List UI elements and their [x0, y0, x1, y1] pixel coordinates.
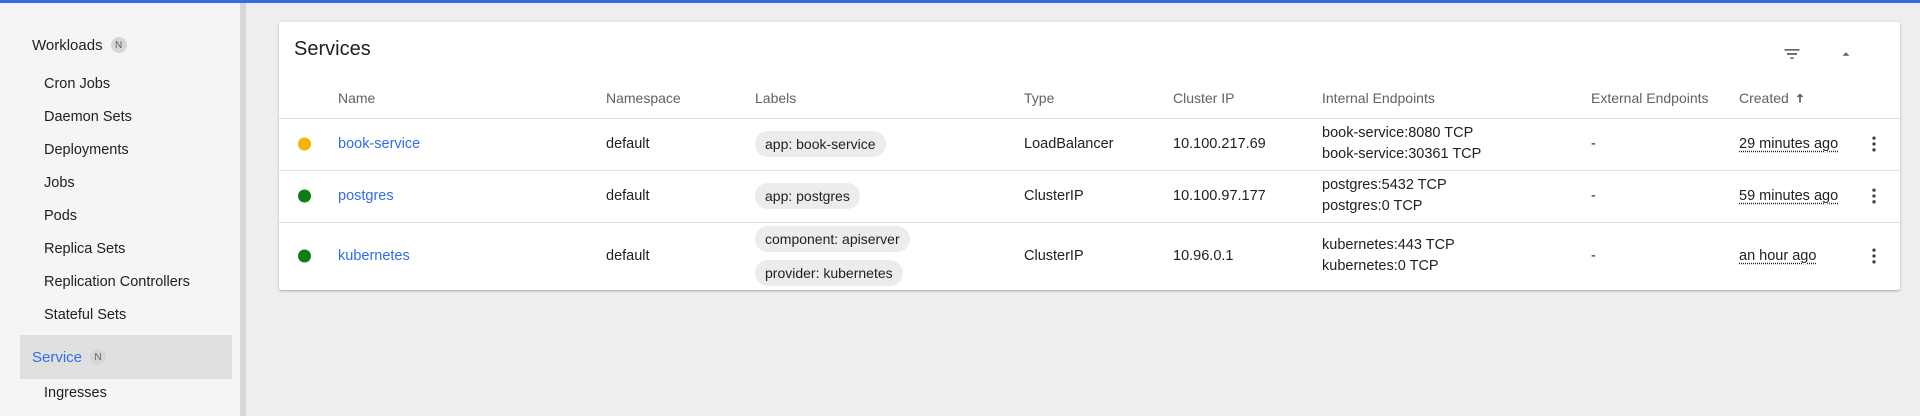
cluster-ip-value: 10.100.217.69: [1173, 136, 1266, 152]
type-value: ClusterIP: [1024, 248, 1084, 264]
column-header-name[interactable]: Name: [338, 90, 375, 106]
sidebar-item-daemon-sets[interactable]: Daemon Sets: [44, 109, 132, 125]
filter-button[interactable]: [1776, 38, 1808, 70]
column-header-labels: Labels: [755, 90, 797, 106]
namespace-value: default: [606, 248, 650, 264]
labels-cell: component: apiserver provider: kubernete…: [755, 226, 910, 286]
sidebar-item-replication-controllers[interactable]: Replication Controllers: [44, 274, 190, 290]
column-header-external-endpoints: External Endpoints: [1591, 90, 1709, 106]
label-chip: app: postgres: [755, 183, 860, 209]
created-timestamp: 29 minutes ago: [1739, 136, 1839, 152]
top-accent-line: [0, 0, 1920, 3]
created-timestamp: an hour ago: [1739, 248, 1817, 264]
sidebar-item-cron-jobs[interactable]: Cron Jobs: [44, 76, 110, 92]
internal-endpoint: kubernetes:0 TCP: [1322, 258, 1439, 274]
cluster-ip-value: 10.100.97.177: [1173, 188, 1266, 204]
service-name-link[interactable]: kubernetes: [338, 248, 410, 264]
namespace-value: default: [606, 188, 650, 204]
external-endpoints-value: -: [1591, 136, 1596, 152]
table-row: postgres default app: postgres ClusterIP…: [279, 171, 1900, 222]
sidebar-item-label: Service: [32, 348, 83, 366]
sidebar-item-service[interactable]: Service N: [20, 335, 232, 379]
labels-cell: app: postgres: [755, 183, 860, 209]
card-title: Services: [294, 38, 371, 60]
column-header-type: Type: [1024, 90, 1055, 106]
column-header-created-label: Created: [1739, 90, 1789, 106]
table-row: book-service default app: book-service L…: [279, 119, 1900, 170]
sidebar-header-workloads[interactable]: Workloads N: [32, 32, 127, 58]
arrow-up-icon: [1842, 52, 1850, 56]
sidebar-item-deployments[interactable]: Deployments: [44, 142, 129, 158]
sidebar-item-pods[interactable]: Pods: [44, 208, 77, 224]
column-header-internal-endpoints: Internal Endpoints: [1322, 90, 1435, 106]
sidebar: Workloads N Cron Jobs Daemon Sets Deploy…: [0, 3, 240, 416]
table-row: kubernetes default component: apiserver …: [279, 223, 1900, 290]
sidebar-item-jobs[interactable]: Jobs: [44, 175, 75, 191]
sidebar-header-label: Workloads: [32, 36, 103, 54]
internal-endpoint: postgres:0 TCP: [1322, 198, 1423, 214]
row-actions-button[interactable]: [1862, 244, 1886, 268]
sidebar-scrollbar[interactable]: [240, 3, 246, 416]
internal-endpoint: book-service:8080 TCP: [1322, 125, 1474, 141]
more-vert-icon: [1872, 136, 1876, 152]
type-value: LoadBalancer: [1024, 136, 1114, 152]
filter-icon: [1784, 49, 1800, 59]
internal-endpoint: postgres:5432 TCP: [1322, 177, 1447, 193]
namespaced-badge: N: [110, 37, 127, 53]
created-timestamp: 59 minutes ago: [1739, 188, 1839, 204]
label-chip: provider: kubernetes: [755, 260, 903, 286]
sidebar-item-ingresses[interactable]: Ingresses: [44, 385, 107, 401]
namespaced-badge: N: [90, 349, 107, 365]
more-vert-icon: [1872, 248, 1876, 264]
label-chip: app: book-service: [755, 131, 886, 157]
labels-cell: app: book-service: [755, 131, 886, 157]
sort-ascending-icon: [1796, 93, 1804, 103]
service-name-link[interactable]: book-service: [338, 136, 420, 152]
internal-endpoints-cell: book-service:8080 TCP book-service:30361…: [1322, 123, 1481, 165]
label-chip: component: apiserver: [755, 226, 910, 252]
more-vert-icon: [1872, 188, 1876, 204]
status-ok-icon: [298, 189, 311, 203]
status-pending-icon: [298, 137, 311, 151]
sidebar-item-stateful-sets[interactable]: Stateful Sets: [44, 307, 126, 323]
sidebar-item-replica-sets[interactable]: Replica Sets: [44, 241, 125, 257]
cluster-ip-value: 10.96.0.1: [1173, 248, 1234, 264]
internal-endpoint: book-service:30361 TCP: [1322, 146, 1482, 162]
column-header-cluster-ip: Cluster IP: [1173, 90, 1235, 106]
service-name-link[interactable]: postgres: [338, 188, 394, 204]
services-card: Services Name Namespace Labels Type Clus…: [279, 22, 1900, 290]
row-actions-button[interactable]: [1862, 184, 1886, 208]
row-actions-button[interactable]: [1862, 132, 1886, 156]
collapse-button[interactable]: [1830, 38, 1862, 70]
namespace-value: default: [606, 136, 650, 152]
column-header-created[interactable]: Created: [1739, 90, 1807, 106]
internal-endpoints-cell: kubernetes:443 TCP kubernetes:0 TCP: [1322, 235, 1455, 277]
status-ok-icon: [298, 249, 311, 263]
type-value: ClusterIP: [1024, 188, 1084, 204]
internal-endpoint: kubernetes:443 TCP: [1322, 237, 1455, 253]
external-endpoints-value: -: [1591, 248, 1596, 264]
external-endpoints-value: -: [1591, 188, 1596, 204]
internal-endpoints-cell: postgres:5432 TCP postgres:0 TCP: [1322, 175, 1447, 217]
column-header-namespace[interactable]: Namespace: [606, 90, 681, 106]
